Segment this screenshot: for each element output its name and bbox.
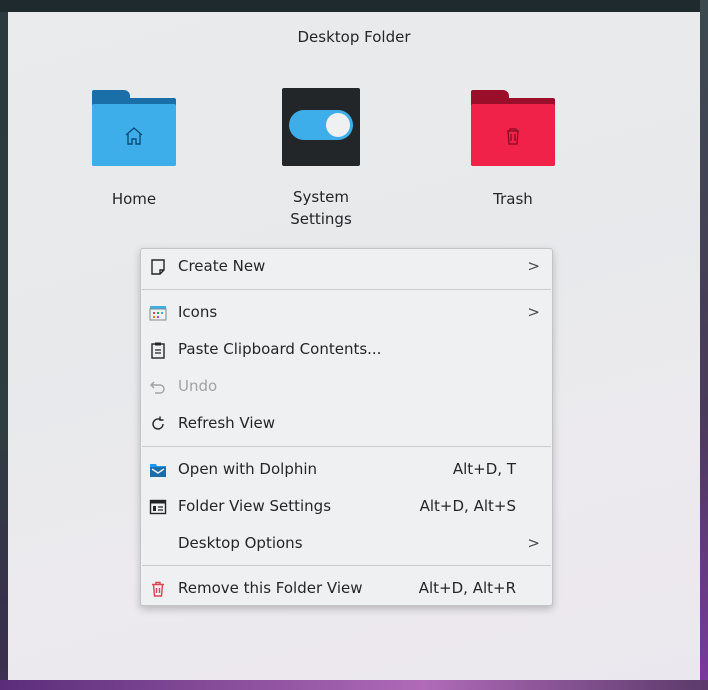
desktop-icon-system-settings[interactable]: System Settings (241, 88, 401, 230)
menu-separator (142, 446, 551, 447)
desktop-icon-trash[interactable]: Trash (433, 90, 593, 210)
new-document-icon (151, 259, 165, 275)
settings-toggle-icon (279, 88, 363, 166)
desktop-icon-home[interactable]: Home (54, 90, 214, 210)
panel-title: Desktop Folder (297, 28, 411, 46)
wallpaper-right (700, 0, 708, 690)
desktop-icon-label: Home (111, 190, 157, 208)
chevron-right-icon: > (527, 534, 540, 552)
dolphin-folder-icon (150, 464, 166, 477)
home-emblem-icon (125, 127, 143, 145)
wallpaper-bottom (0, 680, 708, 690)
menu-item-folder-view-settings[interactable]: Folder View Settings Alt+D, Alt+S (141, 489, 552, 525)
menu-item-icons[interactable]: Icons > (141, 295, 552, 331)
chevron-right-icon: > (527, 303, 540, 321)
desktop-icon-label: System Settings (290, 188, 352, 228)
remove-trash-icon (152, 581, 164, 597)
menu-item-undo[interactable]: Undo (141, 369, 552, 405)
settings-panel-icon (149, 499, 167, 515)
menu-item-desktop-options[interactable]: Desktop Options > (141, 526, 552, 562)
menu-item-remove-folder-view[interactable]: Remove this Folder View Alt+D, Alt+R (141, 571, 552, 607)
menu-item-open-dolphin[interactable]: Open with Dolphin Alt+D, T (141, 452, 552, 488)
menu-item-paste[interactable]: Paste Clipboard Contents... (141, 332, 552, 368)
trash-emblem-icon (507, 128, 519, 145)
menu-separator (142, 565, 551, 566)
paste-icon (151, 342, 165, 359)
desktop-icon-label: Trash (493, 190, 533, 208)
menu-item-refresh[interactable]: Refresh View (141, 406, 552, 442)
context-menu: Create New > Icons > Paste Clipboard Con… (140, 248, 553, 606)
icon-view-icon (149, 306, 167, 321)
chevron-right-icon: > (527, 257, 540, 275)
wallpaper-top (0, 0, 708, 12)
home-folder-icon (92, 90, 176, 166)
trash-folder-icon (471, 90, 555, 166)
refresh-icon (152, 416, 164, 430)
menu-separator (142, 289, 551, 290)
menu-item-create-new[interactable]: Create New > (141, 249, 552, 285)
undo-icon (150, 381, 165, 394)
